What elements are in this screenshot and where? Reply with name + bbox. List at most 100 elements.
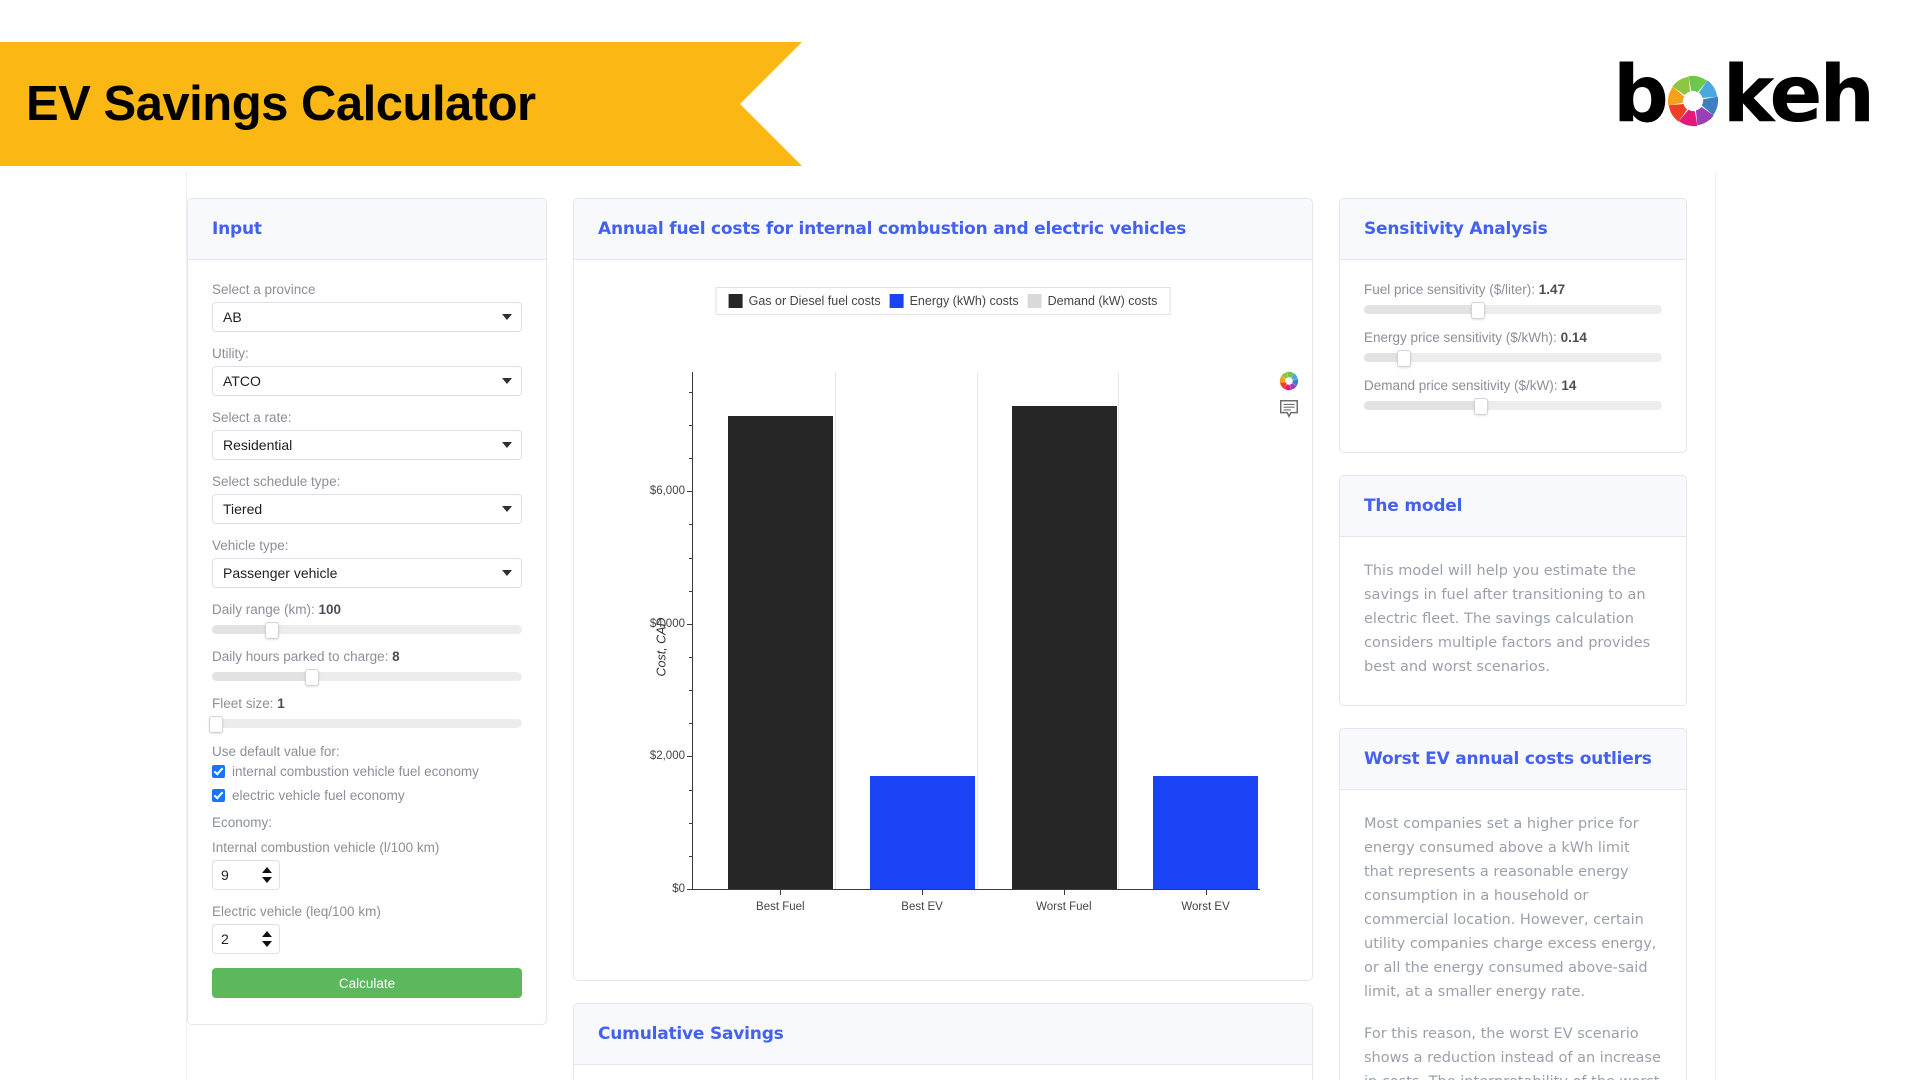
fuel-sensitivity-slider-handle[interactable] xyxy=(1471,302,1486,319)
calculate-button[interactable]: Calculate xyxy=(212,968,522,998)
demand-sensitivity-slider-handle[interactable] xyxy=(1474,398,1489,415)
vehicle-type-label: Vehicle type: xyxy=(212,538,289,553)
chart-panel-title: Annual fuel costs for internal combustio… xyxy=(598,219,1187,239)
xtick-label-1: Best EV xyxy=(901,901,943,913)
stepper-arrows-icon[interactable] xyxy=(262,867,272,883)
demand-sensitivity-group: Demand price sensitivity ($/kW): 14 xyxy=(1364,378,1662,415)
outliers-card-body: Most companies set a higher price for en… xyxy=(1340,790,1686,1080)
stepper-arrows-icon[interactable] xyxy=(262,931,272,947)
fleet-size-slider[interactable] xyxy=(208,716,522,733)
utility-select[interactable]: ATCO xyxy=(212,366,522,396)
legend-item-2[interactable]: Demand (kW) costs xyxy=(1027,294,1158,308)
sensitivity-card-body: Fuel price sensitivity ($/liter): 1.47 E… xyxy=(1340,260,1686,452)
bokeh-flower-icon xyxy=(1663,71,1723,131)
chart-card-header: Annual fuel costs for internal combustio… xyxy=(574,199,1312,260)
icv-economy-label: Internal combustion vehicle (l/100 km) xyxy=(212,840,440,855)
annual-cost-chart-card: Annual fuel costs for internal combustio… xyxy=(573,198,1313,981)
demand-sensitivity-slider[interactable] xyxy=(1364,398,1662,415)
cumulative-panel-title: Cumulative Savings xyxy=(598,1024,784,1044)
input-panel-title: Input xyxy=(212,219,262,239)
hover-tool-icon[interactable] xyxy=(1278,398,1300,420)
checkbox-ev-fuel-economy[interactable] xyxy=(212,789,225,802)
page-title: EV Savings Calculator xyxy=(26,77,536,131)
defaults-label: Use default value for: xyxy=(212,744,340,759)
daily-hours-slider[interactable] xyxy=(212,669,522,686)
legend-item-1[interactable]: Energy (kWh) costs xyxy=(889,294,1019,308)
energy-sensitivity-slider[interactable] xyxy=(1364,350,1662,367)
ev-economy-stepper[interactable]: 2 xyxy=(212,924,280,954)
input-card-body: Select a province AB Utility: ATCO Selec… xyxy=(188,260,546,1024)
ev-economy-label: Electric vehicle (leq/100 km) xyxy=(212,904,381,919)
model-paragraph: This model will help you estimate the sa… xyxy=(1364,563,1651,675)
checkbox-icv-fuel-economy[interactable] xyxy=(212,765,225,778)
energy-sensitivity-value: 0.14 xyxy=(1560,330,1587,345)
xtick-label-0: Best Fuel xyxy=(756,901,805,913)
chevron-down-icon xyxy=(502,570,512,576)
model-card: The model This model will help you estim… xyxy=(1339,475,1687,706)
province-label: Select a province xyxy=(212,282,316,297)
daily-hours-label: Daily hours parked to charge: 8 xyxy=(212,649,400,664)
bar-worst-fuel[interactable] xyxy=(1011,406,1117,889)
app-container: Input Select a province AB Utility: ATCO… xyxy=(186,172,1716,1080)
schedule-select[interactable]: Tiered xyxy=(212,494,522,524)
bar-best-ev[interactable] xyxy=(869,776,975,889)
input-card: Input Select a province AB Utility: ATCO… xyxy=(187,198,547,1025)
stepper-down-icon[interactable] xyxy=(262,941,272,947)
chevron-down-icon xyxy=(502,314,512,320)
fuel-sensitivity-label: Fuel price sensitivity ($/liter): 1.47 xyxy=(1364,282,1566,297)
daily-hours-slider-group: Daily hours parked to charge: 8 xyxy=(212,649,522,686)
fleet-size-value: 1 xyxy=(277,696,285,711)
bokeh-toolbar[interactable] xyxy=(1278,370,1300,420)
ytick-label-2: $4,000 xyxy=(649,617,685,630)
legend-label-1: Energy (kWh) costs xyxy=(909,294,1019,308)
province-select[interactable]: AB xyxy=(212,302,522,332)
bokeh-logo-icon[interactable] xyxy=(1278,370,1300,392)
bar-worst-ev[interactable] xyxy=(1153,775,1259,889)
chart-card-body: Gas or Diesel fuel costs Energy (kWh) co… xyxy=(574,260,1312,980)
stepper-up-icon[interactable] xyxy=(262,931,272,937)
chart-column: Annual fuel costs for internal combustio… xyxy=(573,198,1313,1080)
vehicle-type-select[interactable]: Passenger vehicle xyxy=(212,558,522,588)
legend-swatch-demand xyxy=(1027,294,1042,308)
icv-economy-stepper[interactable]: 9 xyxy=(212,860,280,890)
demand-sensitivity-label: Demand price sensitivity ($/kW): 14 xyxy=(1364,378,1577,393)
fleet-size-slider-handle[interactable] xyxy=(208,716,223,733)
page-header: EV Savings Calculator b keh xyxy=(0,0,1920,172)
sensitivity-card-header: Sensitivity Analysis xyxy=(1340,199,1686,260)
xtick-label-2: Worst Fuel xyxy=(1036,901,1092,913)
legend-item-0[interactable]: Gas or Diesel fuel costs xyxy=(728,294,881,308)
daily-range-slider[interactable] xyxy=(212,622,522,639)
daily-hours-value: 8 xyxy=(392,649,400,664)
stepper-up-icon[interactable] xyxy=(262,867,272,873)
cumulative-card-header: Cumulative Savings xyxy=(574,1004,1312,1065)
stepper-down-icon[interactable] xyxy=(262,877,272,883)
energy-sensitivity-slider-handle[interactable] xyxy=(1396,350,1411,367)
chart-legend: Gas or Diesel fuel costs Energy (kWh) co… xyxy=(715,287,1171,315)
bar-chart-plot[interactable]: Cost, CAD $0 $2,000 $4,000 $6,000 Best F… xyxy=(638,362,1268,932)
bokeh-logo: b keh xyxy=(1613,55,1875,135)
daily-hours-slider-handle[interactable] xyxy=(305,669,319,686)
cumulative-savings-card: Cumulative Savings xyxy=(573,1003,1313,1080)
model-card-header: The model xyxy=(1340,476,1686,537)
legend-label-2: Demand (kW) costs xyxy=(1047,294,1158,308)
input-card-header: Input xyxy=(188,199,546,260)
checkbox-row-icv[interactable]: internal combustion vehicle fuel economy xyxy=(212,764,522,779)
rate-label: Select a rate: xyxy=(212,410,292,425)
fuel-sensitivity-slider[interactable] xyxy=(1364,302,1662,319)
checkbox-row-ev[interactable]: electric vehicle fuel economy xyxy=(212,788,522,803)
rate-select[interactable]: Residential xyxy=(212,430,522,460)
bar-best-fuel[interactable] xyxy=(728,415,834,889)
chevron-down-icon xyxy=(502,506,512,512)
chevron-down-icon xyxy=(502,378,512,384)
title-banner: EV Savings Calculator xyxy=(0,42,802,166)
fuel-sensitivity-group: Fuel price sensitivity ($/liter): 1.47 xyxy=(1364,282,1662,319)
outliers-panel-title: Worst EV annual costs outliers xyxy=(1364,749,1652,769)
daily-range-slider-handle[interactable] xyxy=(264,622,279,639)
model-panel-title: The model xyxy=(1364,496,1463,516)
vehicle-type-select-value: Passenger vehicle xyxy=(223,565,338,581)
sidebar-column: Sensitivity Analysis Fuel price sensitiv… xyxy=(1339,198,1687,1080)
fleet-size-label: Fleet size: 1 xyxy=(212,696,285,711)
sensitivity-card: Sensitivity Analysis Fuel price sensitiv… xyxy=(1339,198,1687,453)
utility-label: Utility: xyxy=(212,346,249,361)
ev-economy-value: 2 xyxy=(221,931,229,947)
